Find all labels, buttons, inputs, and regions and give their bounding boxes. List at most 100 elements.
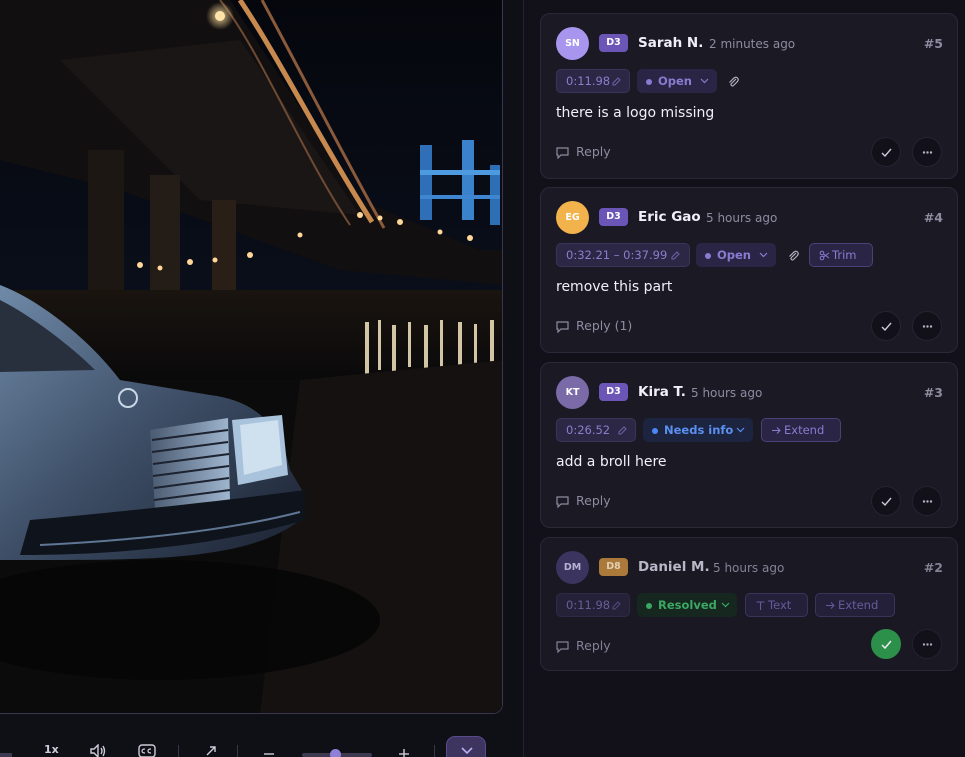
playback-speed-button[interactable]: 1x (44, 744, 59, 756)
comment-number: #3 (923, 385, 943, 400)
action-tag-label: Text (768, 598, 792, 612)
video-frame[interactable] (0, 0, 503, 714)
more-options-button[interactable] (912, 311, 942, 341)
action-tag-extend[interactable]: Extend (815, 593, 895, 617)
controls-divider (237, 745, 238, 757)
zoom-in-icon[interactable] (398, 744, 410, 757)
expand-icon[interactable] (204, 744, 218, 757)
attachment-icon[interactable] (787, 249, 799, 262)
resolve-button[interactable] (871, 486, 901, 516)
timeline-track[interactable] (0, 753, 12, 757)
status-label: Open (658, 74, 692, 88)
reply-button[interactable]: Reply (556, 493, 611, 509)
action-tag-label: Extend (838, 598, 879, 612)
edit-icon (671, 251, 680, 260)
action-tag-extend[interactable]: Extend (761, 418, 841, 442)
comment-number: #4 (923, 210, 943, 225)
avatar: DM (556, 551, 589, 584)
more-options-button[interactable] (912, 137, 942, 167)
comment-number: #5 (923, 36, 943, 51)
attachment-icon[interactable] (727, 75, 739, 88)
zoom-out-icon[interactable] (263, 744, 275, 757)
timecode-chip[interactable]: 0:11.98 (556, 593, 630, 617)
comment-number: #2 (923, 560, 943, 575)
video-still-image (0, 0, 502, 713)
status-dropdown[interactable]: Open (637, 69, 717, 93)
comment-timestamp: 5 hours ago (706, 211, 778, 225)
chevron-down-icon (759, 252, 768, 258)
department-badge: D8 (599, 558, 628, 576)
comment-text: remove this part (556, 279, 673, 295)
more-options-button[interactable] (912, 629, 942, 659)
status-dropdown[interactable]: Resolved (637, 593, 737, 617)
reply-button[interactable]: Reply (1) (556, 318, 632, 334)
timecode-chip[interactable]: 0:11.98 (556, 69, 630, 93)
resolved-check-button[interactable] (871, 629, 901, 659)
status-dropdown[interactable]: Needs info (643, 418, 753, 442)
chevron-down-icon (700, 78, 709, 84)
arrow-right-icon (772, 427, 781, 434)
more-icon (922, 151, 933, 154)
reply-button[interactable]: Reply (556, 638, 611, 654)
check-icon (881, 640, 892, 650)
collapse-button[interactable] (446, 736, 486, 757)
more-icon (922, 325, 933, 328)
reply-label: Reply (576, 493, 611, 508)
department-badge: D3 (599, 208, 628, 226)
author-name: Daniel M. (638, 559, 710, 575)
reply-button[interactable]: Reply (556, 144, 611, 160)
timecode-chip[interactable]: 0:32.21 – 0:37.99 (556, 243, 690, 267)
text-icon (756, 601, 765, 610)
player-controls: 1x (0, 736, 503, 757)
reply-label: Reply (576, 144, 611, 159)
timecode-value: 0:11.98 (566, 74, 611, 88)
action-tag-label: Trim (832, 248, 857, 262)
chevron-down-icon (461, 747, 473, 755)
reply-icon (556, 321, 569, 333)
comment-card[interactable]: KT D3 Kira T. 5 hours ago #3 0:26.52 Nee… (540, 362, 958, 528)
comment-card[interactable]: SN D3 Sarah N. 2 minutes ago #5 0:11.98 … (540, 13, 958, 179)
reply-icon (556, 496, 569, 508)
check-icon (881, 497, 892, 507)
action-tag-trim[interactable]: Trim (809, 243, 873, 267)
avatar: SN (556, 27, 589, 60)
department-badge: D3 (599, 383, 628, 401)
department-badge: D3 (599, 34, 628, 52)
author-name: Sarah N. (638, 35, 704, 51)
timecode-value: 0:26.52 (566, 423, 611, 437)
edit-icon (612, 601, 621, 610)
zoom-slider-thumb[interactable] (330, 749, 341, 757)
resolve-button[interactable] (871, 137, 901, 167)
edit-icon (618, 426, 627, 435)
comment-text: add a broll here (556, 454, 667, 470)
captions-icon[interactable] (138, 744, 156, 757)
timecode-value: 0:11.98 (566, 598, 611, 612)
comment-card[interactable]: EG D3 Eric Gao 5 hours ago #4 0:32.21 – … (540, 187, 958, 353)
reply-label: Reply (1) (576, 318, 633, 333)
edit-icon (612, 77, 621, 86)
status-dropdown[interactable]: Open (696, 243, 776, 267)
more-options-button[interactable] (912, 486, 942, 516)
status-dot (646, 603, 652, 609)
volume-icon[interactable] (89, 744, 107, 757)
status-label: Needs info (664, 423, 734, 437)
action-tag-label: Extend (784, 423, 825, 437)
avatar: EG (556, 201, 589, 234)
reply-icon (556, 147, 569, 159)
status-dot (652, 428, 658, 434)
comment-card[interactable]: DM D8 Daniel M. 5 hours ago #2 0:11.98 R… (540, 537, 958, 671)
comment-timestamp: 5 hours ago (713, 561, 785, 575)
review-app: 1x SN D3 Sarah N. 2 minutes ago #5 0:11.… (0, 0, 965, 757)
reply-label: Reply (576, 638, 611, 653)
comments-panel: SN D3 Sarah N. 2 minutes ago #5 0:11.98 … (523, 0, 965, 757)
action-tag-text[interactable]: Text (745, 593, 808, 617)
avatar: KT (556, 376, 589, 409)
more-icon (922, 643, 933, 646)
timecode-chip[interactable]: 0:26.52 (556, 418, 636, 442)
status-dot (705, 253, 711, 259)
timecode-value: 0:32.21 – 0:37.99 (566, 248, 668, 262)
arrow-right-icon (826, 602, 835, 609)
resolve-button[interactable] (871, 311, 901, 341)
trim-icon (819, 250, 830, 261)
status-label: Resolved (658, 598, 717, 612)
